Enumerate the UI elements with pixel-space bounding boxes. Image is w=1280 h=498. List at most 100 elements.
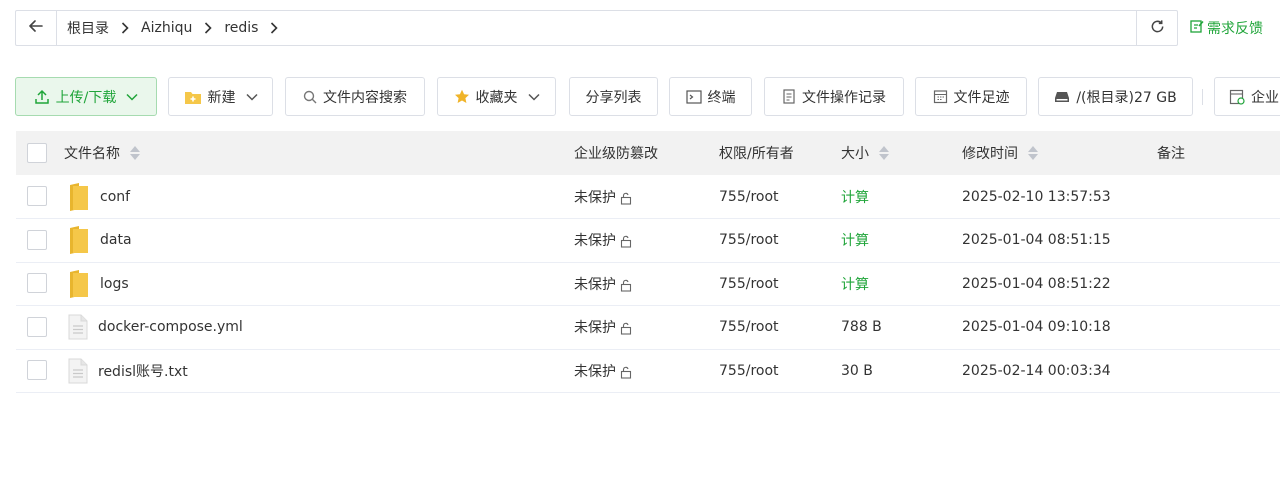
arrow-left-icon bbox=[29, 20, 43, 36]
file-name[interactable]: logs bbox=[100, 276, 129, 292]
feedback-link[interactable]: 需求反馈 bbox=[1190, 18, 1263, 38]
chevron-right-icon[interactable] bbox=[270, 22, 279, 34]
table-row[interactable]: logs 未保护 755/root 计算 2025-01-04 08:51:22 bbox=[16, 262, 1280, 307]
refresh-button[interactable] bbox=[1136, 11, 1177, 45]
new-folder-icon bbox=[184, 89, 202, 105]
feedback-label: 需求反馈 bbox=[1207, 21, 1263, 37]
unlock-icon[interactable] bbox=[619, 366, 632, 379]
disk-button[interactable]: /(根目录)27 GB bbox=[1038, 77, 1193, 116]
breadcrumb: 根目录 Aizhiqu redis bbox=[67, 11, 290, 45]
mtime-cell: 2025-02-14 00:03:34 bbox=[962, 349, 1111, 392]
tamper-cell[interactable]: 未保护 bbox=[574, 306, 632, 349]
row-checkbox[interactable] bbox=[27, 273, 47, 294]
table-row[interactable]: redisl账号.txt 未保护 755/root 30 B 2025-02-14 00… bbox=[16, 349, 1280, 394]
unlock-icon[interactable] bbox=[619, 235, 632, 248]
select-all-checkbox[interactable] bbox=[27, 143, 47, 163]
permission-owner[interactable]: 755/root bbox=[719, 319, 779, 335]
size-cell: 30 B bbox=[841, 349, 873, 392]
tamper-cell[interactable]: 未保护 bbox=[574, 262, 632, 305]
permission-cell[interactable]: 755/root bbox=[719, 175, 779, 218]
calendar-icon bbox=[933, 89, 948, 104]
tamper-cell[interactable]: 未保护 bbox=[574, 175, 632, 218]
share-list-button[interactable]: 分享列表 bbox=[569, 77, 658, 116]
unlock-icon[interactable] bbox=[619, 322, 632, 335]
row-checkbox[interactable] bbox=[27, 186, 47, 206]
permission-cell[interactable]: 755/root bbox=[719, 306, 779, 349]
column-header-tamper: 企业级防篡改 bbox=[574, 131, 658, 175]
file-name[interactable]: conf bbox=[100, 189, 130, 205]
column-header-size[interactable]: 大小 bbox=[841, 131, 889, 175]
new-label: 新建 bbox=[207, 89, 236, 106]
file-table-header: 文件名称 企业级防篡改 权限/所有者 大小 修改时间 备注 bbox=[16, 131, 1280, 175]
size-cell[interactable]: 计算 bbox=[841, 175, 869, 218]
permission-owner[interactable]: 755/root bbox=[719, 363, 779, 379]
file-size: 30 B bbox=[841, 362, 873, 379]
table-row[interactable]: conf 未保护 755/root 计算 2025-02-10 13:57:53 bbox=[16, 175, 1280, 219]
column-header-name[interactable]: 文件名称 bbox=[64, 131, 140, 175]
size-cell[interactable]: 计算 bbox=[841, 219, 869, 262]
calculate-size-link[interactable]: 计算 bbox=[841, 187, 869, 207]
breadcrumb-item-aizhiqu[interactable]: Aizhiqu bbox=[141, 20, 192, 36]
enterprise-icon bbox=[1229, 89, 1245, 105]
table-row[interactable]: data 未保护 755/root 计算 2025-01-04 08:51:15 bbox=[16, 219, 1280, 263]
back-button[interactable] bbox=[16, 11, 57, 45]
chevron-right-icon bbox=[204, 22, 212, 34]
favorites-button[interactable]: 收藏夹 bbox=[437, 77, 556, 116]
sort-icon[interactable] bbox=[1028, 146, 1038, 160]
mtime-cell: 2025-01-04 08:51:15 bbox=[962, 219, 1111, 262]
size-cell: 788 B bbox=[841, 306, 882, 349]
file-name[interactable]: docker-compose.yml bbox=[98, 319, 243, 335]
table-row[interactable]: docker-compose.yml 未保护 755/root 788 B 2025-0… bbox=[16, 306, 1280, 350]
new-button[interactable]: 新建 bbox=[168, 77, 273, 116]
file-footprint-button[interactable]: 文件足迹 bbox=[915, 77, 1027, 116]
permission-cell[interactable]: 755/root bbox=[719, 219, 779, 262]
file-name-cell[interactable]: docker-compose.yml bbox=[68, 306, 243, 349]
permission-cell[interactable]: 755/root bbox=[719, 262, 779, 305]
tamper-cell[interactable]: 未保护 bbox=[574, 349, 632, 392]
upload-download-label: 上传/下载 bbox=[55, 89, 117, 106]
tamper-cell[interactable]: 未保护 bbox=[574, 219, 632, 262]
permission-owner[interactable]: 755/root bbox=[719, 232, 779, 248]
size-cell[interactable]: 计算 bbox=[841, 262, 869, 305]
calculate-size-link[interactable]: 计算 bbox=[841, 274, 869, 294]
upload-download-button[interactable]: 上传/下载 bbox=[15, 77, 157, 116]
modified-time: 2025-01-04 08:51:15 bbox=[962, 232, 1111, 249]
permission-owner[interactable]: 755/root bbox=[719, 189, 779, 205]
path-bar[interactable]: 根目录 Aizhiqu redis bbox=[15, 10, 1178, 46]
modified-time: 2025-01-04 08:51:22 bbox=[962, 275, 1111, 292]
file-operation-log-button[interactable]: 文件操作记录 bbox=[764, 77, 904, 116]
file-name[interactable]: data bbox=[100, 232, 132, 248]
enterprise-button[interactable]: 企业 bbox=[1214, 77, 1280, 116]
breadcrumb-item-root[interactable]: 根目录 bbox=[67, 18, 109, 38]
row-checkbox[interactable] bbox=[27, 229, 47, 250]
star-icon bbox=[454, 89, 470, 104]
sort-icon[interactable] bbox=[879, 146, 889, 160]
permission-cell[interactable]: 755/root bbox=[719, 349, 779, 392]
content-search-button[interactable]: 文件内容搜索 bbox=[285, 77, 425, 116]
file-name-cell[interactable]: logs bbox=[68, 262, 129, 305]
calculate-size-link[interactable]: 计算 bbox=[841, 230, 869, 250]
column-header-permission: 权限/所有者 bbox=[719, 131, 794, 175]
file-name-cell[interactable]: redisl账号.txt bbox=[68, 349, 188, 392]
terminal-button[interactable]: 终端 bbox=[669, 77, 752, 116]
row-checkbox[interactable] bbox=[27, 360, 47, 381]
refresh-icon bbox=[1150, 19, 1165, 38]
chevron-right-icon bbox=[121, 22, 129, 34]
terminal-icon bbox=[685, 89, 702, 104]
log-icon bbox=[782, 89, 796, 104]
favorites-label: 收藏夹 bbox=[475, 89, 518, 106]
folder-icon bbox=[68, 225, 90, 255]
row-checkbox[interactable] bbox=[27, 316, 47, 337]
file-name[interactable]: redisl账号.txt bbox=[98, 361, 188, 381]
permission-owner[interactable]: 755/root bbox=[719, 276, 779, 292]
modified-time: 2025-01-04 09:10:18 bbox=[962, 319, 1111, 336]
file-name-cell[interactable]: conf bbox=[68, 175, 130, 218]
tamper-status: 未保护 bbox=[574, 276, 616, 293]
unlock-icon[interactable] bbox=[619, 279, 632, 292]
column-header-mtime[interactable]: 修改时间 bbox=[962, 131, 1038, 175]
sort-icon[interactable] bbox=[130, 146, 140, 160]
file-name-cell[interactable]: data bbox=[68, 219, 132, 262]
breadcrumb-item-redis[interactable]: redis bbox=[224, 20, 258, 36]
modified-time: 2025-02-14 00:03:34 bbox=[962, 362, 1111, 379]
unlock-icon[interactable] bbox=[619, 192, 632, 205]
